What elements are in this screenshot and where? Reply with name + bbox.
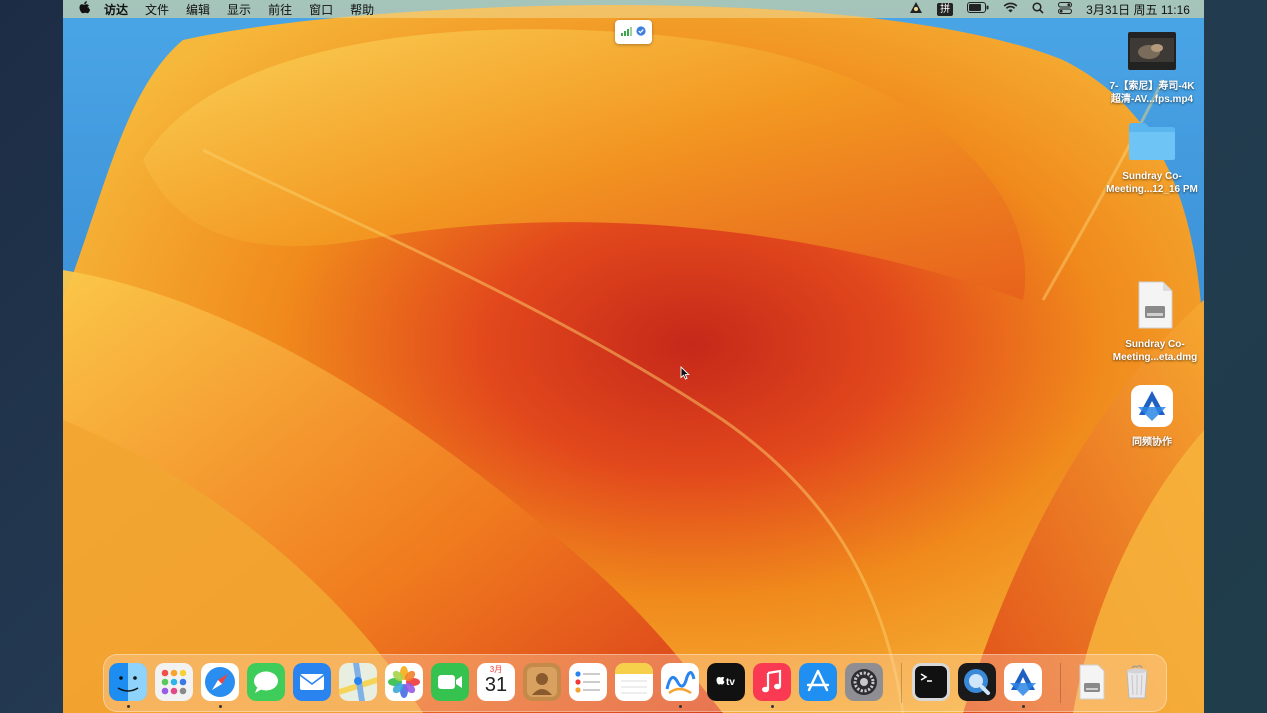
menu-window[interactable]: 窗口 [309,1,333,18]
menu-edit[interactable]: 编辑 [186,1,210,18]
dock-music-running-dot [771,705,774,708]
menubar-clock[interactable]: 3月31日 周五 11:16 [1086,1,1190,18]
desktop-item-app[interactable]: 同频协作 [1097,384,1204,450]
dock-mail[interactable] [293,663,331,701]
control-center-icon[interactable] [1058,1,1073,17]
menu-go[interactable]: 前往 [268,1,292,18]
wallpaper [63,0,1204,713]
dock-freeform-running-dot [679,705,682,708]
dock-messages[interactable] [247,663,285,701]
dock-finder[interactable] [109,663,147,701]
dock-quicktime[interactable] [958,663,996,701]
dock-facetime[interactable] [431,663,469,701]
dock-safari[interactable] [201,663,239,701]
dock-reminders[interactable] [569,663,607,701]
dock-freeform[interactable] [661,663,699,701]
desktop-item-dmg-label: Sundray Co- Meeting...eta.dmg [1112,339,1198,363]
apple-menu-icon[interactable] [79,1,91,17]
dock-apple-tv[interactable]: tv [707,663,745,701]
desktop-item-folder[interactable]: Sundray Co- Meeting...12_16 PM [1097,118,1204,196]
dock-notes[interactable] [615,663,653,701]
dock-tongpin-running-dot [1022,705,1025,708]
folder-icon [1127,123,1177,166]
desktop-item-dmg[interactable]: Sundray Co- Meeting...eta.dmg [1100,280,1204,364]
screen-share-indicator[interactable] [615,20,652,44]
dock-music[interactable] [753,663,791,701]
menu-file[interactable]: 文件 [145,1,169,18]
spotlight-search-icon[interactable] [1032,1,1044,17]
svg-text:tv: tv [726,677,735,688]
dock-downloads-dmg[interactable] [1072,663,1110,701]
calendar-day-label: 31 [484,674,508,696]
video-thumbnail-icon [1127,32,1177,76]
dock-safari-running-dot [219,705,222,708]
dock: 3月 31 tv [103,654,1167,712]
dock-separator [901,663,902,703]
dock-maps[interactable] [339,663,377,701]
desktop-item-folder-label: Sundray Co- Meeting...12_16 PM [1106,171,1198,195]
dock-system-settings[interactable] [845,663,883,701]
desktop-item-app-label: 同频协作 [1132,437,1172,448]
dock-trash[interactable] [1118,663,1156,701]
tongpin-status-icon[interactable] [909,1,923,17]
tongpin-app-icon [1130,385,1174,432]
wifi-icon[interactable] [1003,2,1018,16]
disk-image-file-icon [1135,281,1175,334]
dock-contacts[interactable] [523,663,561,701]
dock-launchpad[interactable] [155,663,193,701]
dock-app-store[interactable] [799,663,837,701]
menu-app-finder[interactable]: 访达 [104,1,128,18]
battery-icon[interactable] [967,2,989,16]
calendar-month-label: 3月 [489,665,503,674]
desktop-screen: 访达 文件 编辑 显示 前往 窗口 帮助 拼 3月31日 周五 11:16 7-… [63,0,1204,713]
verified-check-icon [636,23,646,41]
menu-help[interactable]: 帮助 [350,1,374,18]
dock-finder-running-dot [127,705,130,708]
desktop-item-video-label: 7-【索尼】寿司-4K 超清-AV...fps.mp4 [1109,81,1195,105]
menu-view[interactable]: 显示 [227,1,251,18]
dock-terminal[interactable] [912,663,950,701]
menu-bar: 访达 文件 编辑 显示 前往 窗口 帮助 拼 3月31日 周五 11:16 [63,0,1204,18]
dock-separator-2 [1060,663,1061,703]
mouse-cursor-icon [680,365,690,385]
desktop-item-video[interactable]: 7-【索尼】寿司-4K 超清-AV...fps.mp4 [1097,28,1204,106]
dock-photos[interactable] [385,663,423,701]
dock-calendar[interactable]: 3月 31 [477,663,515,701]
dock-tongpin-app[interactable] [1004,663,1042,701]
input-method-indicator[interactable]: 拼 [937,2,954,16]
signal-bars-icon [621,23,632,41]
